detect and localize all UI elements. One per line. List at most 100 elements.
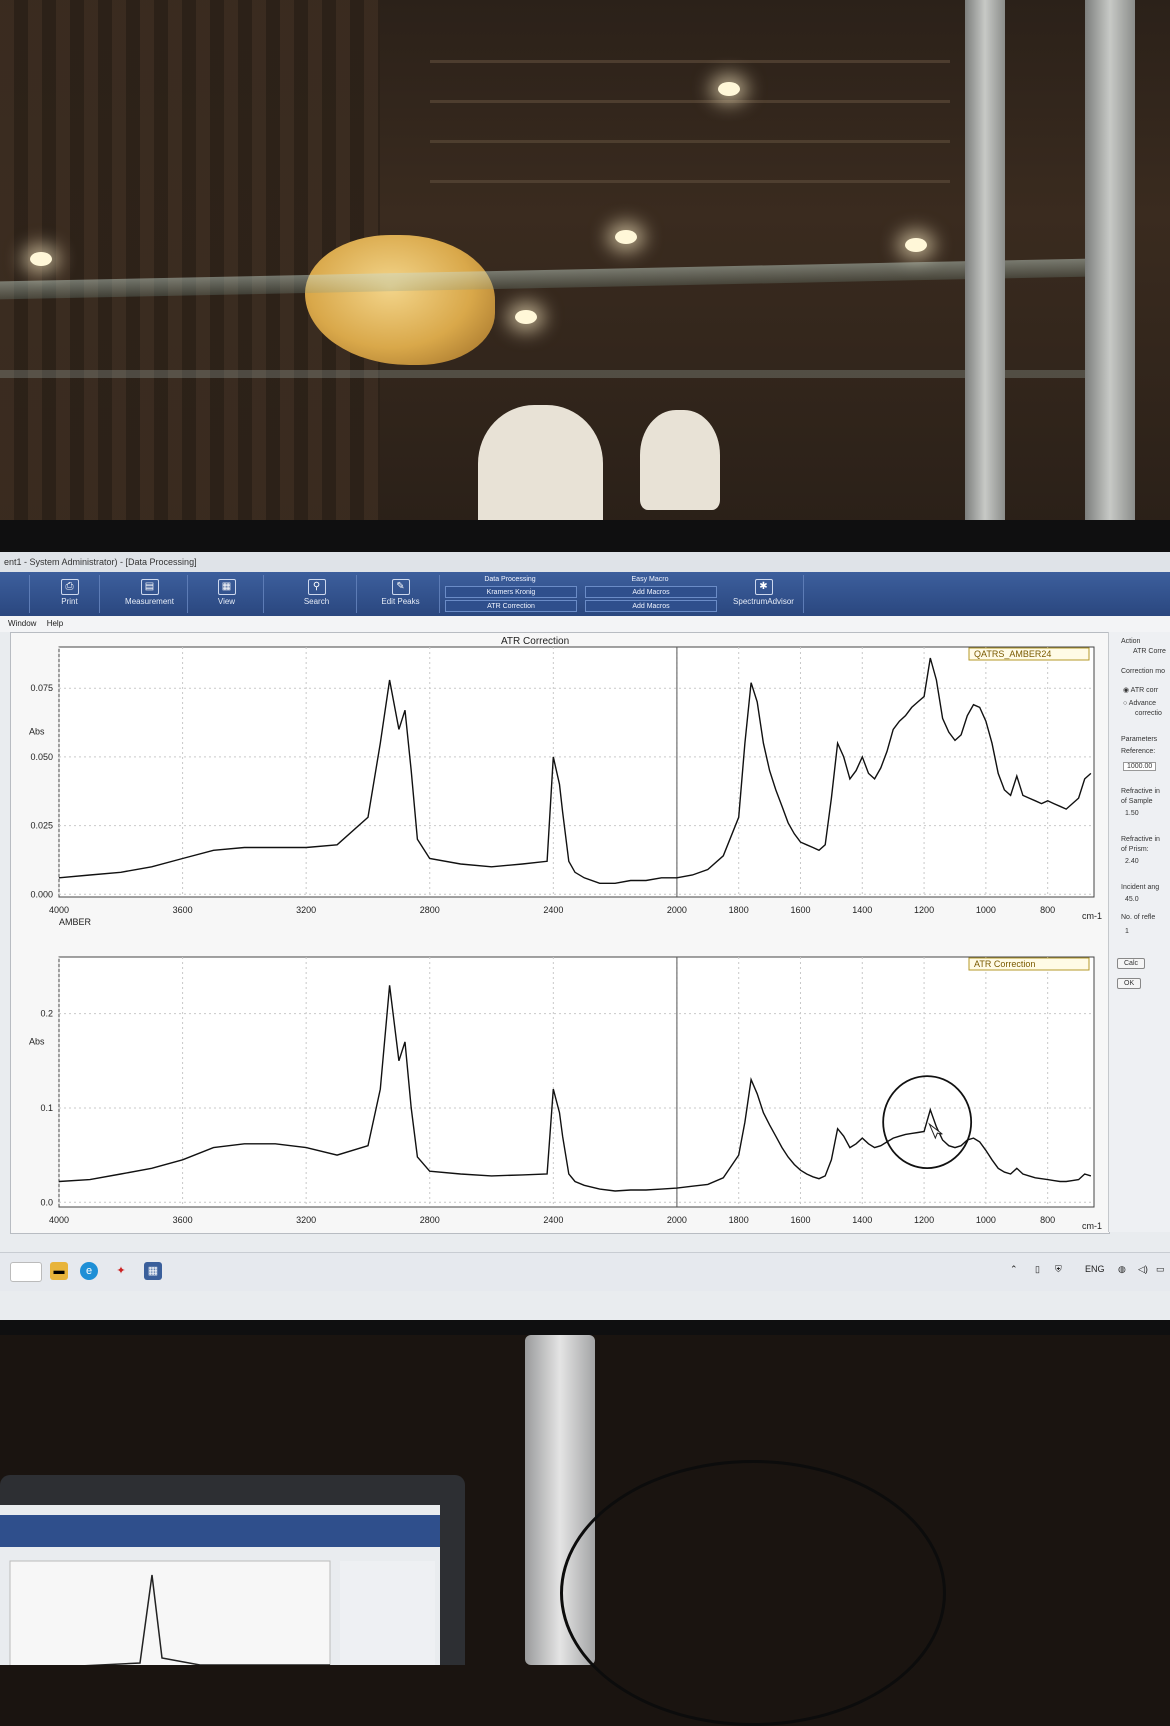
laptop-ribbon — [0, 1515, 440, 1547]
ri-sample-label: Refractive in — [1121, 788, 1160, 795]
laptop-side-panel — [340, 1561, 435, 1665]
tray-chevron-icon[interactable]: ⌃ — [1010, 1264, 1018, 1275]
glass-shelf-lower — [0, 370, 1090, 378]
ceiling-slat — [430, 140, 950, 143]
tray-usb-icon: ▯ — [1035, 1264, 1040, 1274]
y-tick-label: 0.1 — [40, 1103, 53, 1113]
easy-macro-dropdown-1[interactable]: Add Macros — [585, 586, 717, 598]
easy-macro-dropdown-2[interactable]: Add Macros — [585, 600, 717, 612]
tray-security-icon: ⛨ — [1055, 1264, 1062, 1274]
ceiling-slat — [430, 60, 950, 63]
mode-atr-label: ATR corr — [1130, 687, 1159, 694]
x-tick-label: 1800 — [729, 1215, 749, 1225]
plot-area — [58, 646, 1095, 898]
x-tick-label: 1600 — [790, 1215, 810, 1225]
taskbar: ▬ e ✦ ▦ ⌃ ▯ ⛨ ENG ◍ ◁) ▭ — [0, 1252, 1170, 1291]
ok-button[interactable]: OK — [1117, 978, 1142, 989]
x-tick-label: 1400 — [852, 905, 872, 915]
spot-lamp — [905, 238, 927, 252]
ri-sample-label-2: of Sample — [1121, 798, 1153, 805]
edit-peaks-button[interactable]: ✎ Edit Peaks — [362, 575, 440, 613]
edit-peaks-label: Edit Peaks — [381, 597, 420, 606]
spectrum-advisor-button[interactable]: ✱ SpectrumAdvisor — [724, 575, 804, 613]
ri-prism-input[interactable]: 2.40 — [1125, 858, 1139, 865]
x-tick-label: 1600 — [790, 905, 810, 915]
ribbon-toolbar: ⎙ Print ▤ Measurement ▦ View ⚲ Search ✎ … — [0, 572, 1170, 616]
data-processing-dropdown-1[interactable]: Kramers Kronig — [445, 586, 577, 598]
network-icon[interactable]: ◍ — [1118, 1264, 1126, 1275]
spot-lamp — [30, 252, 52, 266]
reflections-input[interactable]: 1 — [1125, 928, 1129, 935]
y-tick-label: 0.2 — [40, 1009, 53, 1019]
y-tick-label: 0.025 — [30, 821, 53, 831]
y-tick-label: 0.000 — [30, 889, 53, 899]
x-tick-label: 2000 — [667, 1215, 687, 1225]
x-tick-label: 3600 — [173, 905, 193, 915]
case-pillar — [965, 0, 1005, 535]
x-tick-label: 1200 — [914, 1215, 934, 1225]
jewelry-bust — [640, 410, 720, 510]
ri-prism-label-2: of Prism: — [1121, 846, 1149, 853]
edit-peaks-icon: ✎ — [391, 579, 410, 595]
ri-sample-input[interactable]: 1.50 — [1125, 810, 1139, 817]
x-tick-label: 1400 — [852, 1215, 872, 1225]
x-tick-label: 3200 — [296, 1215, 316, 1225]
app-screen: ent1 - System Administrator) - [Data Pro… — [0, 552, 1170, 1320]
reflections-label: No. of refle — [1121, 914, 1156, 921]
parameters-label: Parameters — [1121, 736, 1158, 743]
y-axis-label: Abs — [29, 727, 45, 737]
cable — [560, 1460, 946, 1726]
battery-icon[interactable]: ▭ — [1156, 1264, 1165, 1275]
easy-macro-header: Easy Macro — [631, 576, 669, 583]
correction-mode-label: Correction mo — [1121, 668, 1165, 675]
view-icon: ▦ — [217, 579, 236, 595]
x-axis-label: cm-1 — [1082, 911, 1102, 921]
action-value: ATR Corre — [1133, 648, 1166, 655]
search-button[interactable]: ⚲ Search — [277, 575, 357, 613]
calc-button[interactable]: Calc — [1117, 958, 1146, 969]
search-icon: ⚲ — [307, 579, 326, 595]
x-tick-label: 1200 — [914, 905, 934, 915]
plot-area — [58, 956, 1095, 1208]
action-label: Action — [1121, 638, 1141, 645]
measurement-label: Measurement — [125, 597, 174, 606]
x-tick-label: 2400 — [543, 905, 563, 915]
printer-icon: ⎙ — [60, 579, 79, 595]
legend-label: ATR Correction — [974, 959, 1035, 969]
incident-angle-input[interactable]: 45.0 — [1125, 896, 1139, 903]
x-tick-label: 800 — [1040, 905, 1055, 915]
taskbar-search[interactable] — [10, 1262, 42, 1282]
x-tick-label: 2800 — [420, 1215, 440, 1225]
mode-advanced-radio[interactable]: ○ Advance — [1123, 700, 1156, 707]
spot-lamp — [515, 310, 537, 324]
jewelry-bust — [478, 405, 603, 535]
laptop-plot-area — [9, 1560, 331, 1665]
atr-correction-panel: Action ATR Corre Correction mo ◉ ATR cor… — [1108, 632, 1170, 1232]
spectra-charts: 4000 3600 3200 2800 2400 2000 1800 1600 1400 1200… — [29, 636, 1102, 1231]
x-tick-label: 3600 — [173, 1215, 193, 1225]
legend-label: QATRS_AMBER24 — [974, 649, 1051, 659]
y-tick-label: 0.0 — [40, 1197, 53, 1207]
x-tick-label: 1000 — [976, 1215, 996, 1225]
app-icon[interactable]: ✦ — [112, 1262, 130, 1280]
language-indicator[interactable]: ENG — [1085, 1264, 1105, 1274]
spot-lamp — [615, 230, 637, 244]
file-explorer-icon[interactable]: ▬ — [50, 1262, 68, 1280]
measurement-icon: ▤ — [140, 579, 159, 595]
print-button[interactable]: ⎙ Print — [40, 575, 100, 613]
x-tick-label: 3200 — [296, 905, 316, 915]
volume-icon[interactable]: ◁) — [1138, 1264, 1148, 1275]
menu-help[interactable]: Help — [47, 619, 63, 628]
spectra-app-icon[interactable]: ▦ — [144, 1262, 162, 1280]
search-label: Search — [303, 597, 330, 606]
mode-atr-radio[interactable]: ◉ ATR corr — [1123, 686, 1158, 694]
menu-window[interactable]: Window — [8, 619, 36, 628]
measurement-button[interactable]: ▤ Measurement — [112, 575, 188, 613]
ceiling-lamp — [718, 82, 740, 96]
reference-input[interactable]: 1000.00 — [1123, 762, 1157, 771]
x-tick-label: 2400 — [543, 1215, 563, 1225]
data-processing-dropdown-2[interactable]: ATR Correction — [445, 600, 577, 612]
x-axis-label: cm-1 — [1082, 1221, 1102, 1231]
edge-icon[interactable]: e — [80, 1262, 98, 1280]
view-button[interactable]: ▦ View — [190, 575, 264, 613]
